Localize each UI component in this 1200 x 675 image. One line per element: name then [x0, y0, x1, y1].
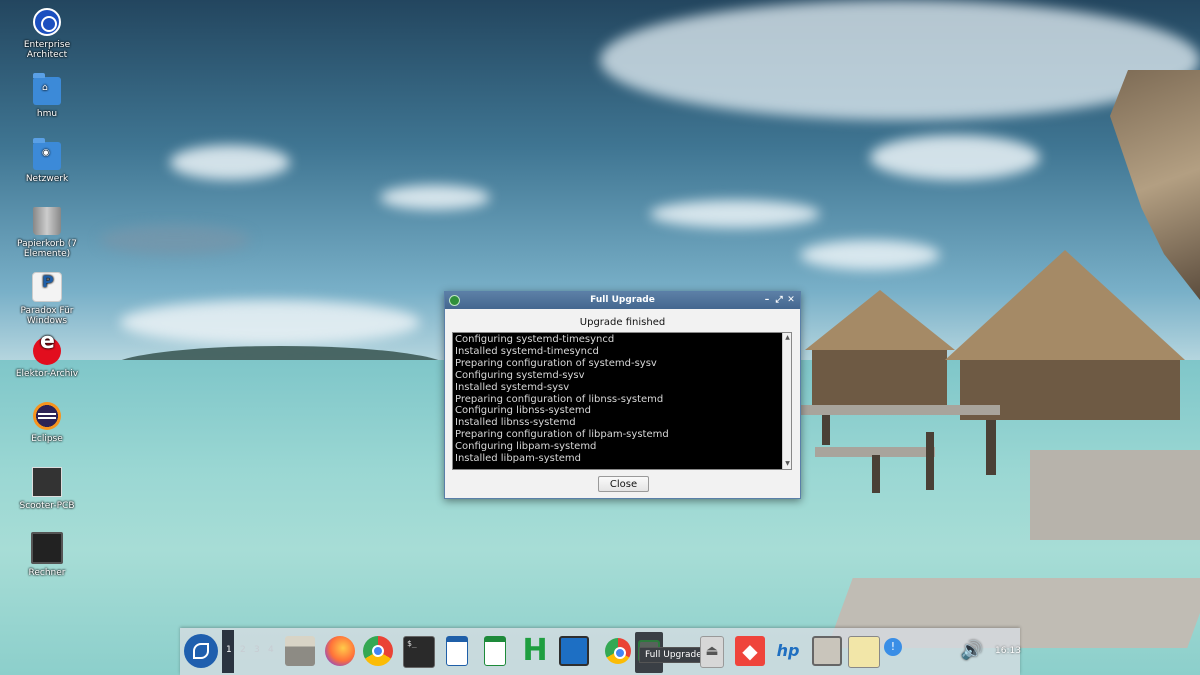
- volume-icon[interactable]: 🔊: [957, 636, 987, 666]
- taskbar: 1 2 3 4 H Full Upgrade ⏏ ◆ hp ! 🔊 16:13: [180, 628, 1021, 675]
- log-line: Installed libpam-systemd: [455, 453, 582, 465]
- upgrade-app-icon: [449, 295, 460, 306]
- close-window-button[interactable]: ✕: [786, 292, 796, 309]
- desktop-icon-netzwerk[interactable]: ◉ Netzwerk: [9, 138, 85, 184]
- maximize-button[interactable]: ⤢: [774, 292, 784, 309]
- log-line: Configuring libnss-systemd: [455, 405, 591, 417]
- computer-icon: [31, 532, 63, 564]
- chrome-window-icon[interactable]: [605, 638, 631, 664]
- close-button[interactable]: Close: [598, 476, 649, 492]
- clock[interactable]: 16:13: [995, 646, 1021, 656]
- upgrade-log-output[interactable]: Configuring systemd-timesyncd Installed …: [452, 332, 792, 470]
- log-line: Installed systemd-timesyncd: [455, 345, 599, 357]
- chrome-icon[interactable]: [363, 636, 393, 666]
- desktop-icon-elektor[interactable]: Elektor-Archiv: [9, 337, 85, 379]
- workspace-2[interactable]: 2: [240, 645, 246, 655]
- desktop-icon-label: Enterprise Architect: [23, 40, 71, 60]
- log-line: Configuring libpam-systemd: [455, 441, 597, 453]
- eclipse-icon: [33, 402, 61, 430]
- log-line: Configuring systemd-timesyncd: [455, 334, 615, 345]
- anydesk-icon[interactable]: ◆: [735, 636, 765, 666]
- scroll-down-arrow-icon[interactable]: ▼: [784, 460, 791, 468]
- desktop-icon-label: Rechner: [28, 568, 66, 578]
- paradox-icon: [32, 272, 62, 302]
- trash-icon: [33, 207, 61, 235]
- minimize-button[interactable]: –: [762, 292, 772, 309]
- scooter-pcb-icon: [32, 467, 62, 497]
- terminal-icon[interactable]: [403, 636, 435, 668]
- desktop-icon-papierkorb[interactable]: Papierkorb (7 Elemente): [9, 207, 85, 259]
- dialog-titlebar[interactable]: Full Upgrade – ⤢ ✕: [445, 292, 800, 309]
- desktop-icon-rechner[interactable]: Rechner: [9, 532, 85, 578]
- log-line: Preparing configuration of libpam-system…: [455, 429, 669, 441]
- firefox-icon[interactable]: [325, 636, 355, 666]
- scroll-up-arrow-icon[interactable]: ▲: [784, 334, 791, 342]
- desktop-icon-hmu[interactable]: ⌂ hmu: [9, 73, 85, 119]
- h-app-icon[interactable]: H: [520, 636, 550, 666]
- eject-icon[interactable]: ⏏: [700, 636, 724, 668]
- elektor-icon: [33, 337, 61, 365]
- log-lines: Configuring systemd-timesyncd Installed …: [455, 334, 779, 465]
- log-line: Installed systemd-sysv: [455, 381, 570, 393]
- desktop-icon-label: Eclipse: [31, 434, 63, 444]
- hp-icon[interactable]: hp: [773, 636, 803, 666]
- desktop-icon-label: Netzwerk: [25, 174, 69, 184]
- network-icon[interactable]: [812, 636, 842, 666]
- desktop-icon-eclipse[interactable]: Eclipse: [9, 402, 85, 444]
- desktop-icon-label: Elektor-Archiv: [15, 369, 79, 379]
- workspace-3[interactable]: 3: [254, 645, 260, 655]
- desktop-icon-scooter-pcb[interactable]: Scooter-PCB: [9, 467, 85, 511]
- writer-icon[interactable]: [446, 636, 468, 666]
- home-folder-icon: ⌂: [33, 73, 61, 105]
- enterprise-architect-icon: [33, 8, 61, 36]
- desktop-icon-label: hmu: [36, 109, 58, 119]
- log-scrollbar[interactable]: ▲ ▼: [782, 333, 791, 469]
- full-upgrade-dialog: Full Upgrade – ⤢ ✕ Upgrade finished Conf…: [444, 291, 801, 499]
- clipboard-icon[interactable]: [848, 636, 880, 668]
- network-folder-icon: ◉: [33, 138, 61, 170]
- start-menu-button[interactable]: [184, 634, 218, 668]
- calc-icon[interactable]: [484, 636, 506, 666]
- log-line: Preparing configuration of libnss-system…: [455, 393, 664, 405]
- log-line: Installed libnss-systemd: [455, 417, 576, 429]
- taskbar-tooltip: Full Upgrade: [639, 647, 708, 663]
- desktop-icon-paradox[interactable]: Paradox Für Windows: [9, 272, 85, 326]
- dialog-title: Full Upgrade: [590, 295, 655, 305]
- notification-icon[interactable]: !: [884, 638, 902, 656]
- log-line: Preparing configuration of systemd-sysv: [455, 357, 657, 369]
- screen-icon[interactable]: [559, 636, 589, 666]
- desktop-icon-label: Scooter-PCB: [19, 501, 75, 511]
- desktop-icon-label: Papierkorb (7 Elemente): [17, 239, 77, 259]
- file-manager-icon[interactable]: [285, 636, 315, 666]
- desktop-icon-enterprise-architect[interactable]: Enterprise Architect: [9, 8, 85, 60]
- dialog-heading: Upgrade finished: [579, 317, 666, 328]
- log-line: Configuring systemd-sysv: [455, 369, 585, 381]
- workspace-1[interactable]: 1: [226, 645, 232, 655]
- desktop-icon-label: Paradox Für Windows: [20, 306, 74, 326]
- workspace-4[interactable]: 4: [268, 645, 274, 655]
